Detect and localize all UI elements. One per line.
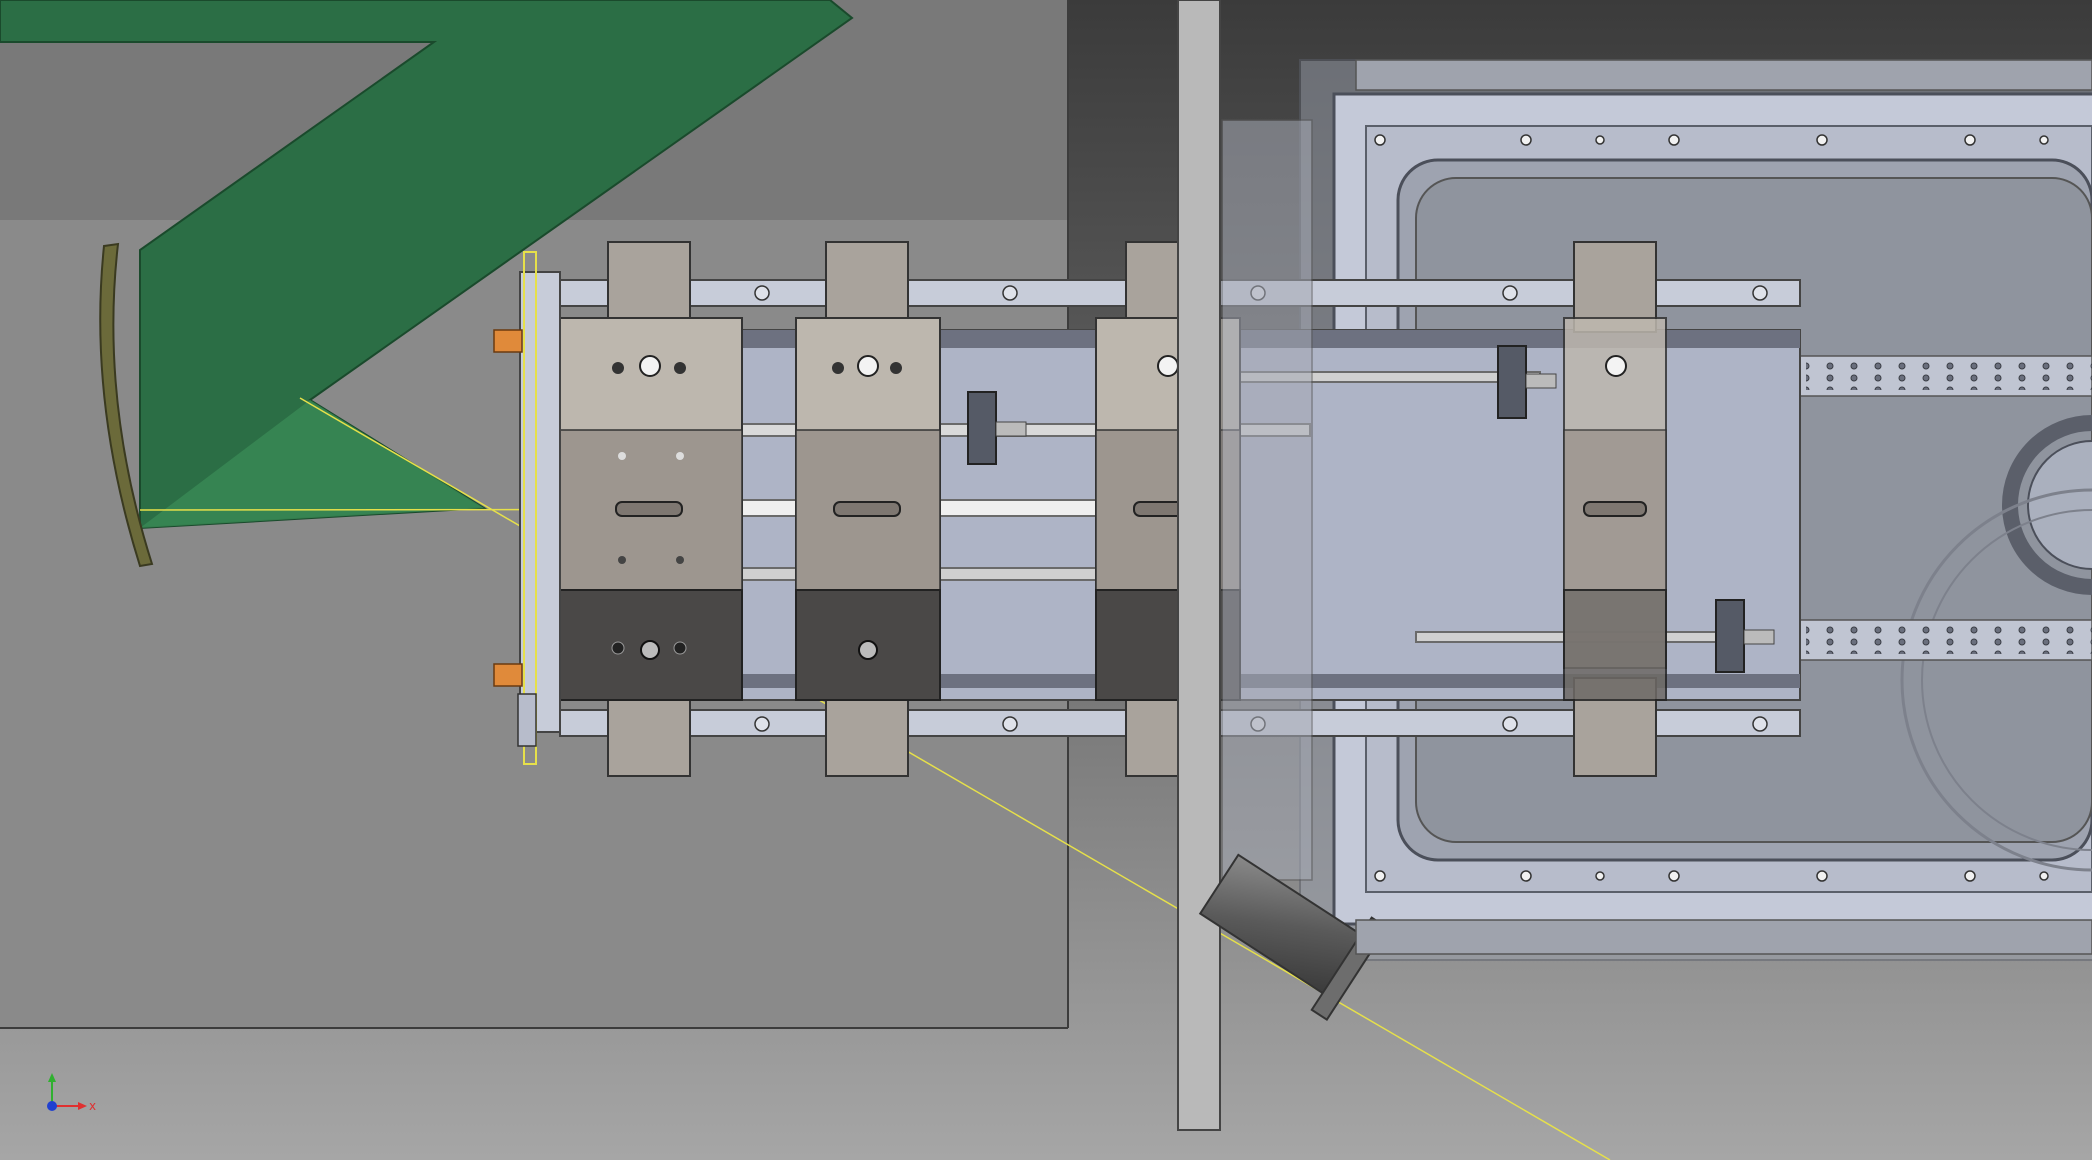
z-axis-dot-icon [47,1101,57,1111]
carriage-block-1 [555,241,743,777]
carriage-block-4 [1563,241,1667,777]
orange-pad-top [493,329,523,353]
cad-model-scene[interactable] [0,0,2092,1160]
x-axis-arrow-icon [78,1102,87,1110]
cad-viewport[interactable]: x [0,0,2092,1160]
chamber-base-ribs [1355,919,2092,955]
end-bracket [519,271,561,733]
vertical-wall-plate [1177,0,1221,1131]
orange-pad-bottom [493,663,523,687]
orientation-triad: x [47,1073,96,1113]
carriage-block-2 [795,241,941,777]
y-axis-arrow-icon [48,1073,56,1082]
x-axis-label: x [89,1099,96,1113]
